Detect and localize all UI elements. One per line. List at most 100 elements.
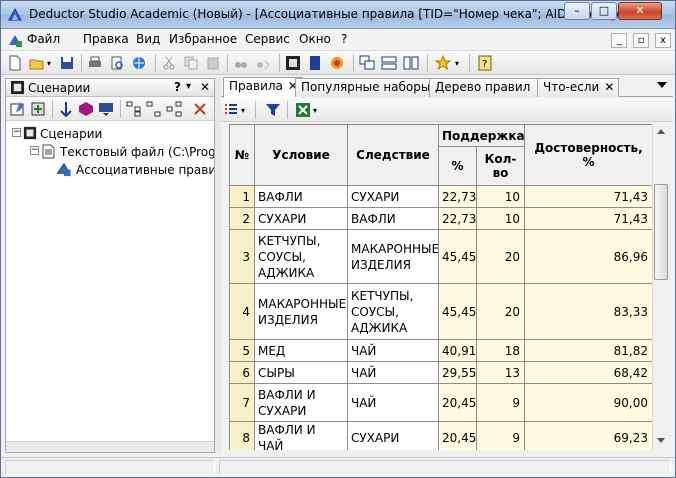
cell-support-count[interactable]: 20 <box>476 229 525 284</box>
cell-confidence[interactable]: 86,96 <box>524 229 652 284</box>
cell-consequence[interactable]: СУХАРИ <box>347 185 439 208</box>
export-dropdown-icon[interactable]: ▾ <box>313 106 317 115</box>
cell-confidence[interactable]: 71,43 <box>524 185 652 208</box>
save-icon[interactable] <box>59 55 75 71</box>
color-wheel-icon[interactable] <box>329 55 345 71</box>
find-next-icon[interactable] <box>255 55 271 71</box>
cell-confidence[interactable]: 69,23 <box>524 421 652 450</box>
mdi-minimize-button[interactable]: _ <box>611 33 628 48</box>
paste-icon[interactable] <box>205 55 221 71</box>
tree-move-icon[interactable] <box>166 101 182 117</box>
cell-support-count[interactable]: 10 <box>476 207 525 230</box>
cell-condition[interactable]: ВАФЛИ И СУХАРИ <box>254 383 348 422</box>
list-columns-icon[interactable] <box>223 102 239 118</box>
cell-support-percent[interactable]: 20,45 <box>438 421 477 450</box>
menu-help[interactable]: ? <box>341 32 347 46</box>
cell-support-count[interactable]: 20 <box>476 283 525 340</box>
scrollbar-thumb[interactable] <box>654 184 668 280</box>
title-bar[interactable]: Deductor Studio Academic (Новый) - [Ассо… <box>1 1 675 29</box>
table-row[interactable]: 4 МАКАРОННЫЕ ИЗДЕЛИЯ КЕТЧУПЫ, СОУСЫ, АДЖИК… <box>229 283 652 340</box>
cell-condition[interactable]: СУХАРИ <box>254 207 348 230</box>
import-wizard-icon[interactable] <box>30 101 46 117</box>
handler-wizard-icon[interactable] <box>58 101 74 117</box>
header-support-percent[interactable]: % <box>438 146 477 186</box>
copy-icon[interactable] <box>183 55 199 71</box>
tab-rule-tree[interactable]: Дерево правил✕ <box>429 78 551 97</box>
list-dropdown-icon[interactable]: ▾ <box>241 106 245 115</box>
menu-window[interactable]: Окно <box>299 32 331 46</box>
cell-confidence[interactable]: 68,42 <box>524 361 652 384</box>
scroll-down-icon[interactable] <box>657 438 665 443</box>
cell-support-count[interactable]: 18 <box>476 339 525 362</box>
tree-expand-icon[interactable] <box>126 101 142 117</box>
cell-consequence[interactable]: КЕТЧУПЫ, СОУСЫ, АДЖИКА <box>347 283 439 340</box>
menu-view[interactable]: Вид <box>136 32 160 46</box>
tile-vertical-icon[interactable] <box>403 55 419 71</box>
scenario-icon[interactable] <box>285 55 301 71</box>
menu-favorites[interactable]: Избранное <box>169 32 237 46</box>
tab-what-if[interactable]: Что-если ✕ <box>537 78 620 97</box>
cell-confidence[interactable]: 83,33 <box>524 283 652 340</box>
menu-file[interactable]: Файл <box>27 32 60 46</box>
scroll-up-icon[interactable] <box>657 129 665 134</box>
tab-rules[interactable]: Правила ✕ <box>223 77 303 98</box>
cell-support-percent[interactable]: 45,45 <box>438 229 477 284</box>
web-export-icon[interactable] <box>131 55 147 71</box>
cell-consequence[interactable]: ВАФЛИ <box>347 207 439 230</box>
row-number[interactable]: 1 <box>229 185 255 208</box>
favorites-star-icon[interactable] <box>435 55 451 71</box>
row-number[interactable]: 7 <box>229 383 255 422</box>
tree-expander[interactable]: − <box>30 146 39 155</box>
row-number[interactable]: 5 <box>229 339 255 362</box>
row-number[interactable]: 8 <box>229 421 255 450</box>
tab-popular-sets[interactable]: Популярные наборы✕ <box>295 78 451 97</box>
export-wizard-icon[interactable] <box>98 101 114 117</box>
help-icon[interactable]: ? <box>477 55 493 71</box>
cell-condition[interactable]: ВАФЛИ И ЧАЙ <box>254 421 348 450</box>
table-row[interactable]: 6 СЫРЫ ЧАЙ 29,55 13 68,42 <box>229 361 652 384</box>
filter-icon[interactable] <box>265 102 281 118</box>
mdi-restore-button[interactable]: ▫ <box>633 33 650 48</box>
panel-close-button[interactable]: ✕ <box>200 80 210 94</box>
cell-support-count[interactable]: 9 <box>476 383 525 422</box>
close-button[interactable]: ✕ <box>618 2 662 20</box>
cell-consequence[interactable]: ЧАЙ <box>347 383 439 422</box>
favorites-dropdown-icon[interactable]: ▾ <box>455 59 459 68</box>
tree-collapse-icon[interactable] <box>146 101 162 117</box>
row-number[interactable]: 2 <box>229 207 255 230</box>
table-row[interactable]: 5 МЕД ЧАЙ 40,91 18 81,82 <box>229 339 652 362</box>
table-row[interactable]: 1 ВАФЛИ СУХАРИ 22,73 10 71,43 <box>229 185 652 208</box>
print-icon[interactable] <box>87 55 103 71</box>
maximize-button[interactable]: □ <box>591 2 617 20</box>
open-dropdown-icon[interactable]: ▾ <box>47 59 51 68</box>
panel-help-button[interactable]: ? <box>174 80 181 94</box>
cell-consequence[interactable]: СУХАРИ <box>347 421 439 450</box>
row-number[interactable]: 6 <box>229 361 255 384</box>
header-support[interactable]: Поддержка <box>438 124 525 147</box>
table-row[interactable]: 8 ВАФЛИ И ЧАЙ СУХАРИ 20,45 9 69,23 <box>229 421 652 450</box>
book-icon[interactable] <box>307 55 323 71</box>
cell-support-percent[interactable]: 40,91 <box>438 339 477 362</box>
cell-support-percent[interactable]: 29,55 <box>438 361 477 384</box>
excel-export-icon[interactable] <box>295 102 311 118</box>
tabs-overflow-chevron-icon[interactable] <box>657 82 667 88</box>
cell-condition[interactable]: МЕД <box>254 339 348 362</box>
cell-support-count[interactable]: 10 <box>476 185 525 208</box>
cell-consequence[interactable]: ЧАЙ <box>347 361 439 384</box>
find-icon[interactable] <box>233 55 249 71</box>
scenario-properties-icon[interactable] <box>10 101 26 117</box>
header-condition[interactable]: Условие <box>254 124 348 186</box>
minimize-button[interactable]: – <box>564 2 590 20</box>
cell-consequence[interactable]: МАКАРОННЫЕ ИЗДЕЛИЯ <box>347 229 439 284</box>
mdi-close-button[interactable]: x <box>655 33 671 48</box>
cell-confidence[interactable]: 90,00 <box>524 383 652 422</box>
tab-close-icon[interactable]: ✕ <box>604 80 614 94</box>
tile-horizontal-icon[interactable] <box>381 55 397 71</box>
table-row[interactable]: 7 ВАФЛИ И СУХАРИ ЧАЙ 20,45 9 90,00 <box>229 383 652 422</box>
cell-support-percent[interactable]: 20,45 <box>438 383 477 422</box>
cell-condition[interactable]: КЕТЧУПЫ, СОУСЫ, АДЖИКА <box>254 229 348 284</box>
cell-support-count[interactable]: 13 <box>476 361 525 384</box>
tree-expander[interactable]: − <box>12 128 21 137</box>
header-support-count[interactable]: Кол-во <box>476 146 525 186</box>
tree-horizontal-scrollbar[interactable] <box>6 441 214 452</box>
